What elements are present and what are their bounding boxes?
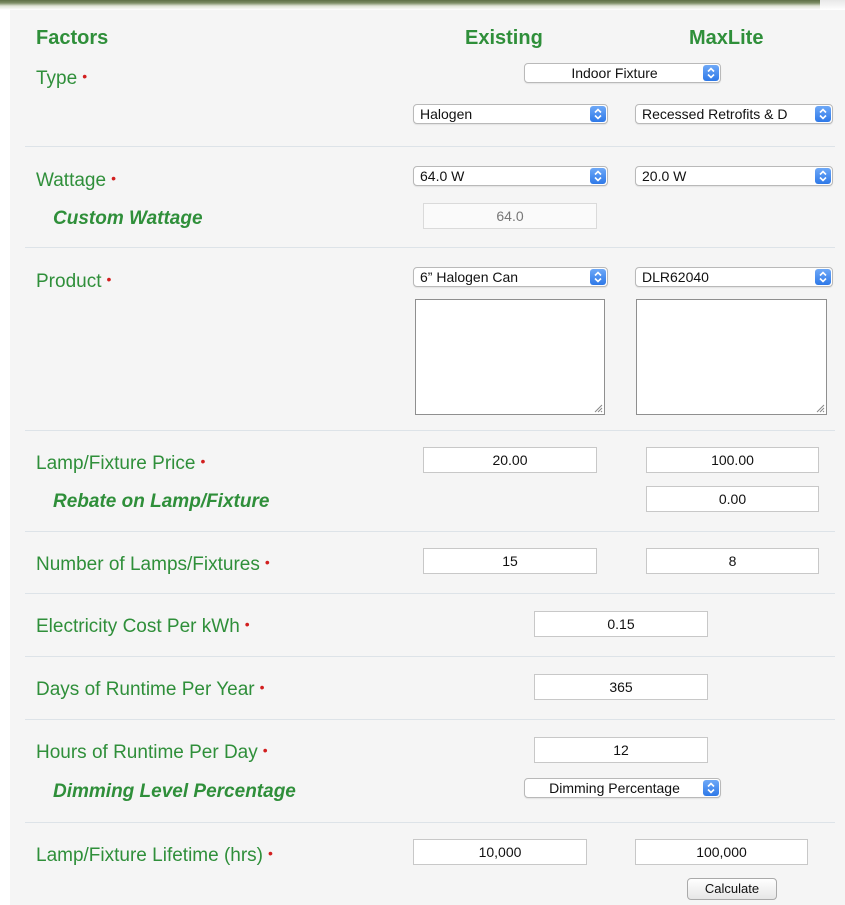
price-existing-input[interactable]: 20.00 — [423, 447, 597, 473]
electricity-label-text: Electricity Cost Per kWh — [36, 616, 240, 637]
up-down-chevron-icon — [815, 168, 831, 184]
wattage-label-text: Wattage — [36, 170, 107, 191]
wattage-label: Wattage • — [36, 170, 116, 192]
electricity-input[interactable]: 0.15 — [534, 611, 708, 637]
type-label-text: Type — [36, 68, 78, 89]
wattage-maxlite-select[interactable]: 20.0 W — [635, 166, 833, 186]
required-marker: • — [259, 679, 265, 695]
dimming-value: Dimming Percentage — [549, 780, 680, 796]
required-marker: • — [264, 554, 270, 570]
up-down-chevron-icon — [590, 168, 606, 184]
type-category-select[interactable]: Indoor Fixture — [524, 63, 721, 83]
type-label: Type • — [36, 68, 87, 90]
required-marker: • — [106, 271, 112, 287]
rebate-label: Rebate on Lamp/Fixture — [53, 491, 270, 512]
product-maxlite-value: DLR62040 — [642, 269, 709, 285]
lifetime-label-text: Lamp/Fixture Lifetime (hrs) — [36, 845, 264, 866]
required-marker: • — [268, 845, 273, 861]
custom-wattage-input[interactable]: 64.0 — [423, 203, 597, 229]
window-corner — [820, 0, 845, 10]
count-maxlite-input[interactable]: 8 — [646, 548, 819, 574]
lifetime-existing-input[interactable]: 10,000 — [413, 839, 587, 865]
days-label-text: Days of Runtime Per Year — [36, 679, 255, 700]
header-factors: Factors — [36, 27, 109, 49]
count-label-text: Number of Lamps/Fixtures — [36, 554, 260, 575]
type-existing-value: Halogen — [420, 106, 473, 122]
hours-label: Hours of Runtime Per Day • — [36, 742, 268, 764]
section-divider — [25, 656, 835, 657]
product-label-text: Product — [36, 271, 102, 292]
custom-wattage-label: Custom Wattage — [53, 208, 203, 229]
resize-grip-icon[interactable] — [593, 403, 603, 413]
up-down-chevron-icon — [703, 65, 719, 81]
wattage-existing-select[interactable]: 64.0 W — [413, 166, 608, 186]
wattage-maxlite-value: 20.0 W — [642, 168, 687, 184]
price-label-text: Lamp/Fixture Price — [36, 453, 196, 474]
type-existing-select[interactable]: Halogen — [413, 104, 608, 124]
rebate-input[interactable]: 0.00 — [646, 486, 819, 512]
product-existing-textarea[interactable] — [415, 299, 605, 415]
days-input[interactable]: 365 — [534, 674, 708, 700]
product-label: Product • — [36, 271, 111, 293]
lifetime-label: Lamp/Fixture Lifetime (hrs) • — [36, 845, 273, 867]
count-existing-input[interactable]: 15 — [423, 548, 597, 574]
count-label: Number of Lamps/Fixtures • — [36, 554, 270, 576]
up-down-chevron-icon — [815, 269, 831, 285]
product-maxlite-select[interactable]: DLR62040 — [635, 267, 833, 287]
section-divider — [25, 531, 835, 532]
wattage-existing-value: 64.0 W — [420, 168, 465, 184]
window-top-border — [0, 0, 845, 10]
dimming-select[interactable]: Dimming Percentage — [524, 778, 721, 798]
lifetime-maxlite-input[interactable]: 100,000 — [635, 839, 808, 865]
product-maxlite-textarea[interactable] — [636, 299, 827, 415]
hours-label-text: Hours of Runtime Per Day — [36, 742, 258, 763]
required-marker: • — [111, 170, 116, 186]
up-down-chevron-icon — [590, 106, 606, 122]
section-divider — [25, 247, 835, 248]
price-maxlite-input[interactable]: 100.00 — [646, 447, 819, 473]
up-down-chevron-icon — [703, 780, 719, 796]
section-divider — [25, 822, 835, 823]
type-maxlite-value: Recessed Retrofits & D — [642, 106, 788, 122]
required-marker: • — [262, 742, 268, 758]
section-divider — [25, 719, 835, 720]
product-existing-select[interactable]: 6” Halogen Can — [413, 267, 608, 287]
days-label: Days of Runtime Per Year • — [36, 679, 265, 701]
hours-input[interactable]: 12 — [534, 737, 708, 763]
type-category-value: Indoor Fixture — [571, 65, 658, 81]
header-existing: Existing — [465, 27, 543, 49]
required-marker: • — [82, 68, 88, 84]
required-marker: • — [244, 616, 250, 632]
product-existing-value: 6” Halogen Can — [420, 269, 519, 285]
up-down-chevron-icon — [815, 106, 831, 122]
header-maxlite: MaxLite — [689, 27, 764, 49]
required-marker: • — [200, 453, 206, 469]
price-label: Lamp/Fixture Price • — [36, 453, 205, 475]
resize-grip-icon[interactable] — [815, 403, 825, 413]
electricity-label: Electricity Cost Per kWh • — [36, 616, 250, 638]
section-divider — [25, 430, 835, 431]
calculate-button[interactable]: Calculate — [687, 878, 777, 900]
section-divider — [25, 593, 835, 594]
up-down-chevron-icon — [590, 269, 606, 285]
dimming-label: Dimming Level Percentage — [53, 781, 296, 802]
type-maxlite-select[interactable]: Recessed Retrofits & D — [635, 104, 833, 124]
section-divider — [25, 146, 835, 147]
